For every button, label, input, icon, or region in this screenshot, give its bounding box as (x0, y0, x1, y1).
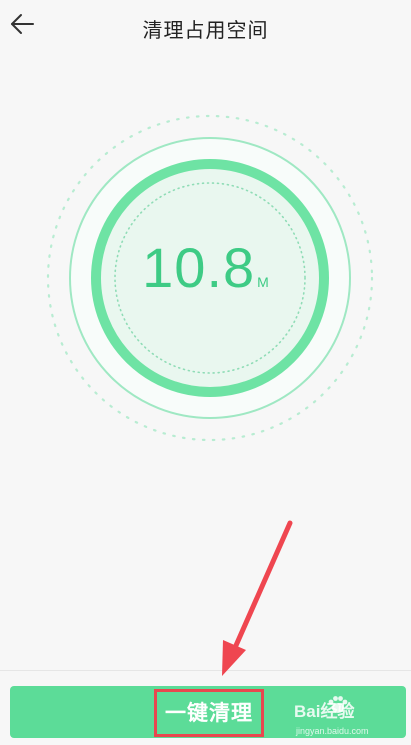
size-unit: M (257, 274, 269, 290)
freed-size-readout: 10.8 M (0, 240, 411, 296)
highlight-box (154, 689, 264, 737)
watermark-url: jingyan.baidu.com (296, 726, 369, 736)
bottom-divider (0, 670, 411, 671)
size-value: 10.8 (142, 236, 256, 299)
paw-icon (328, 696, 348, 713)
cleanup-screen: 清理占用空间 10.8 M 一键清理 Bai经验 jingyan.baidu.co… (0, 0, 411, 745)
